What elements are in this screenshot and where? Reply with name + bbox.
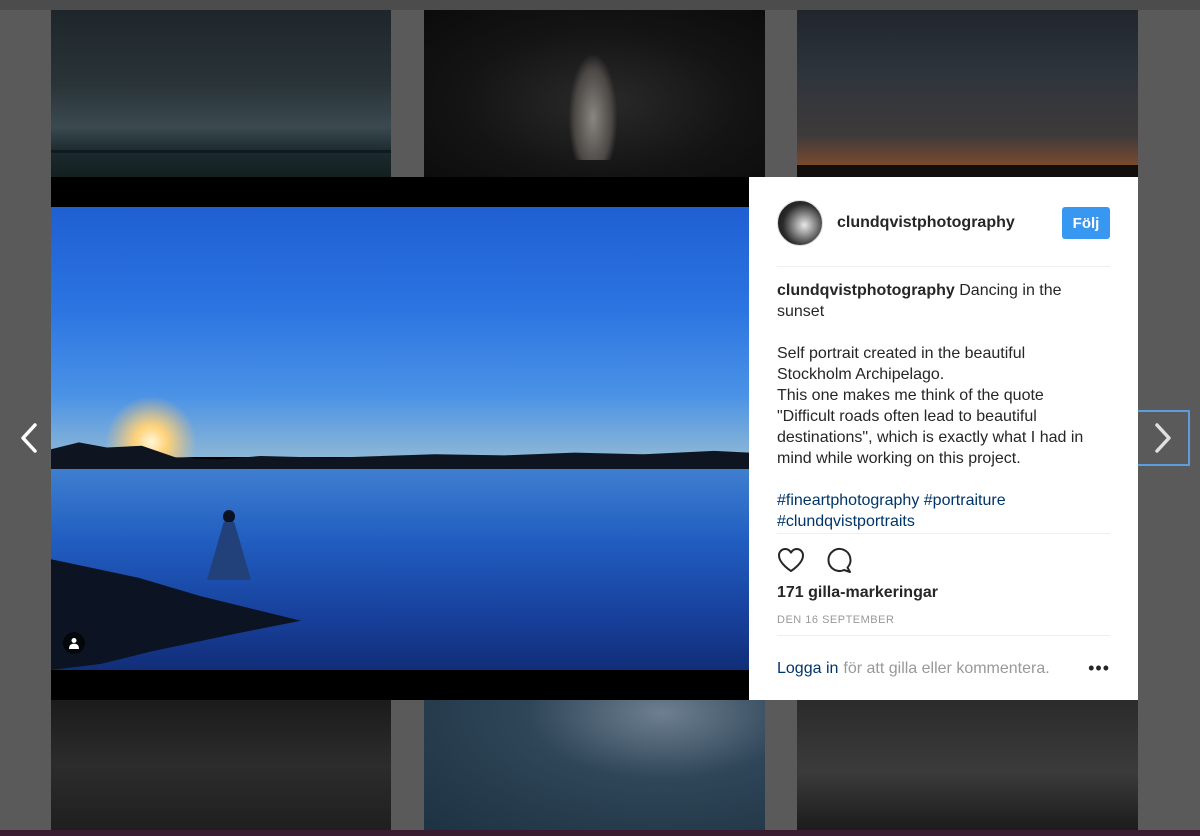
likes-count[interactable]: 171 gilla-markeringar [777,584,938,602]
username-link[interactable]: clundqvistphotography [837,214,1015,232]
divider [777,635,1110,636]
grid-thumbnail[interactable] [424,10,765,177]
grid-thumbnail[interactable] [51,10,391,177]
login-link[interactable]: Logga in [777,660,838,678]
login-prompt-text: för att gilla eller kommentera. [843,659,1050,677]
caption: clundqvistphotography Dancing in the sun… [777,280,1110,553]
caption-title-line: clundqvistphotography Dancing in the sun… [777,280,1110,322]
chevron-right-icon [1155,423,1171,453]
post-modal: clundqvistphotography Följ clundqvistpho… [51,177,1138,700]
thumbnail-horizon [797,165,1138,177]
grid-thumbnail[interactable] [797,700,1138,830]
grid-thumbnail[interactable] [51,700,391,830]
caption-line: "Difficult roads often lead to beautiful [777,408,1037,425]
post-actions [777,545,853,575]
photo-person [207,510,251,580]
caption-hashtags: #fineartphotography #portraiture #clundq… [777,490,1110,532]
post-details-panel: clundqvistphotography Följ clundqvistpho… [749,177,1138,700]
user-tag-icon[interactable] [63,632,85,654]
heart-icon[interactable] [777,547,805,573]
caption-line: Self portrait created in the beautiful [777,345,1026,362]
caption-line: This one makes me think of the quote [777,387,1044,404]
caption-line: destinations", which is exactly what I h… [777,429,1084,446]
caption-body: Self portrait created in the beautiful S… [777,343,1110,469]
caption-line: Stockholm Archipelago. [777,366,945,383]
thumbnail-figure [569,55,617,160]
person-icon [69,638,79,649]
more-options-icon[interactable]: ••• [1088,658,1110,679]
post-photo[interactable] [51,207,749,670]
comment-icon[interactable] [825,546,853,574]
previous-post-button[interactable] [12,418,46,458]
avatar[interactable] [777,200,823,246]
bottom-strip [0,830,1200,836]
grid-thumbnail[interactable] [424,700,765,830]
top-strip [0,0,1200,10]
hashtag-link[interactable]: #fineartphotography [777,492,919,509]
hashtag-link[interactable]: #clundqvistportraits [777,513,915,530]
divider [777,533,1110,534]
post-header: clundqvistphotography Följ [777,199,1110,247]
person-dress [207,522,251,580]
person-head [223,510,235,523]
chevron-left-icon [21,423,37,453]
grid-thumbnail[interactable] [797,10,1138,177]
thumbnail-horizon [51,150,391,153]
next-post-button[interactable] [1138,410,1190,466]
divider [777,266,1110,267]
login-prompt: Logga in för att gilla eller kommentera.… [777,658,1110,679]
caption-username-link[interactable]: clundqvistphotography [777,282,955,299]
post-date[interactable]: DEN 16 SEPTEMBER [777,614,894,626]
follow-button[interactable]: Följ [1062,207,1110,239]
hashtag-link[interactable]: #portraiture [924,492,1006,509]
caption-line: mind while working on this project. [777,450,1021,467]
